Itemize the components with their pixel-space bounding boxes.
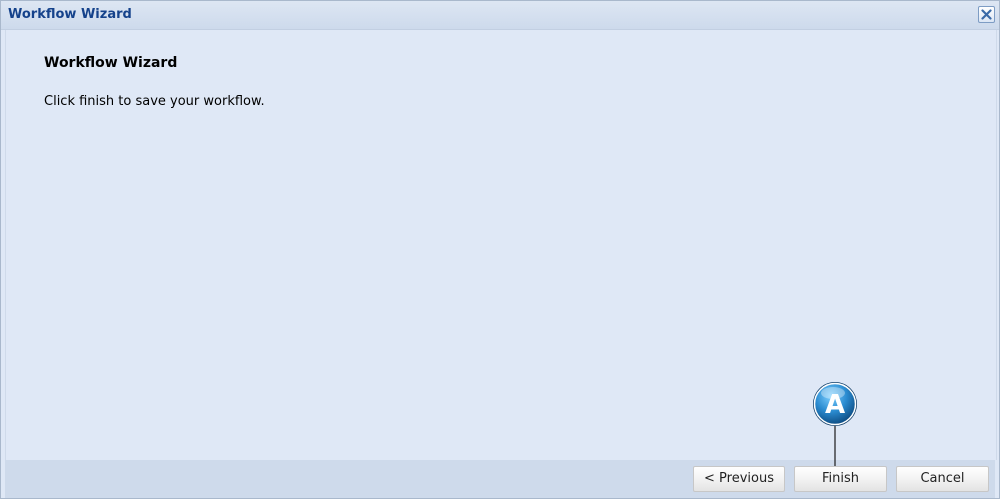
previous-button[interactable]: < Previous: [693, 466, 785, 492]
annotation-marker-a: A: [813, 382, 857, 466]
dialog-titlebar: Workflow Wizard: [1, 1, 999, 30]
close-icon: [981, 9, 992, 20]
wizard-step-message: Click finish to save your workflow.: [44, 94, 265, 109]
finish-button[interactable]: Finish: [794, 466, 887, 492]
cancel-button[interactable]: Cancel: [896, 466, 989, 492]
dialog-title: Workflow Wizard: [8, 7, 132, 22]
wizard-step-heading: Workflow Wizard: [44, 55, 178, 71]
marker-label: A: [825, 390, 845, 420]
close-button[interactable]: [978, 6, 995, 23]
